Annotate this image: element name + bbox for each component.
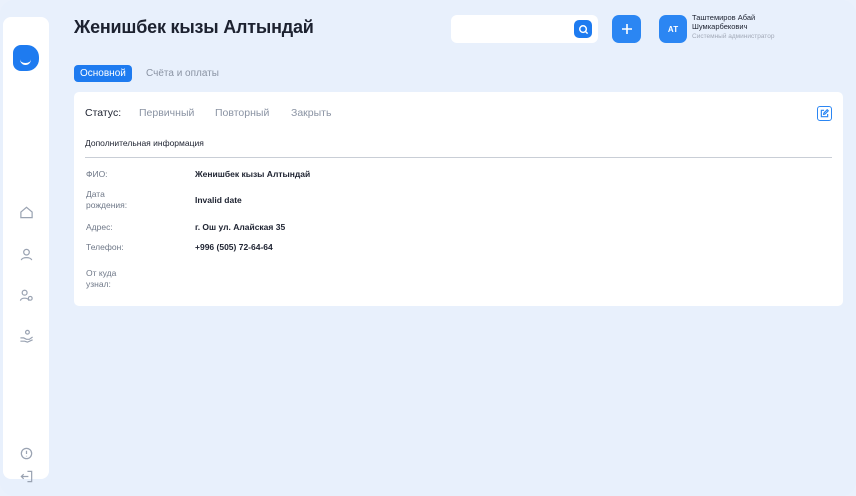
field-label-birthdate: Дата рождения: — [86, 189, 128, 210]
field-label-fullname: ФИО: — [86, 169, 108, 179]
user-name: Таштемиров Абай Шумкарбекович — [692, 13, 756, 31]
patient-card: Статус: Первичный Повторный Закрыть Допо… — [74, 92, 843, 306]
user-role: Системный администратор — [692, 33, 775, 40]
handshake-icon[interactable] — [17, 327, 35, 345]
status-option-close[interactable]: Закрыть — [291, 107, 331, 119]
users-icon[interactable] — [17, 286, 35, 304]
field-value-fullname: Женишбек кызы Алтындай — [195, 169, 311, 179]
field-value-birthdate: Invalid date — [195, 195, 242, 205]
tab-accounts-payments[interactable]: Счёта и оплаты — [146, 65, 219, 82]
search-input[interactable] — [459, 21, 569, 37]
page-title: Женишбек кызы Алтындай — [74, 17, 314, 37]
home-icon[interactable] — [17, 203, 35, 221]
divider — [85, 157, 832, 158]
field-label-address: Адрес: — [86, 222, 113, 232]
status-label: Статус: — [85, 107, 122, 119]
field-label-phone: Телефон: — [86, 242, 124, 252]
add-button[interactable] — [612, 15, 641, 43]
status-option-primary[interactable]: Первичный — [139, 107, 194, 119]
logo-icon[interactable] — [13, 45, 39, 71]
field-value-address: г. Ош ул. Алайская 35 — [195, 222, 286, 232]
field-label-referral: От куда узнал: — [86, 268, 117, 289]
section-title: Дополнительная информация — [85, 138, 204, 148]
plus-icon — [621, 24, 632, 34]
logout-icon[interactable] — [17, 467, 35, 485]
tab-main[interactable]: Основной — [74, 65, 132, 82]
edit-icon — [820, 109, 829, 118]
search-icon — [578, 24, 588, 34]
sidebar — [3, 17, 49, 482]
search-button[interactable] — [574, 20, 592, 38]
app-frame: Женишбек кызы Алтындай АТ Таштемиров Аба… — [0, 0, 856, 496]
edit-button[interactable] — [817, 106, 832, 121]
status-option-repeat[interactable]: Повторный — [215, 107, 269, 119]
avatar[interactable]: АТ — [659, 15, 687, 43]
info-icon[interactable] — [17, 444, 35, 462]
user-icon[interactable] — [17, 245, 35, 263]
field-value-phone: +996 (505) 72-64-64 — [195, 242, 273, 252]
